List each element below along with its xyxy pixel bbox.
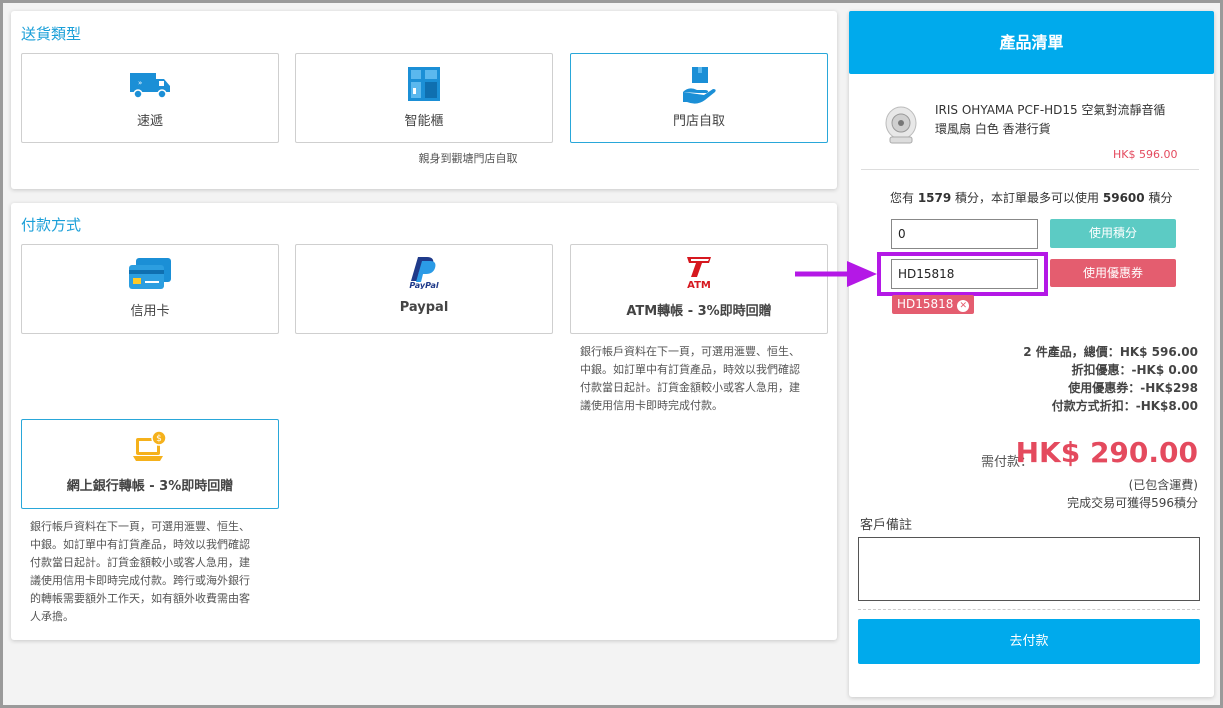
points-max: 59600 xyxy=(1102,191,1145,205)
summary-coupon: 使用優惠券：-HK$298 xyxy=(1068,381,1198,395)
svg-text:»: » xyxy=(138,79,142,87)
bank-note-line: 銀行帳戶資料在下一頁，可選用滙豐、恒生、 xyxy=(30,520,250,533)
payment-option-credit-card[interactable]: 信用卡 xyxy=(21,244,279,334)
smart-locker-icon xyxy=(407,66,441,106)
delivery-option-label: 智能櫃 xyxy=(404,114,444,129)
delivery-note: 親身到觀塘門店自取 xyxy=(418,152,518,165)
earn-points-note: 完成交易可獲得596積分 xyxy=(1067,496,1198,510)
divider xyxy=(861,169,1199,170)
product-price: HK$ 596.00 xyxy=(1113,148,1178,161)
summary-items-prefix: 2 件產品，總價： xyxy=(1023,345,1120,359)
payment-option-paypal[interactable]: PayPal Paypal xyxy=(295,244,553,334)
use-points-button[interactable]: 使用積分 xyxy=(1050,219,1176,248)
delivery-option-store-pickup[interactable]: 門店自取 xyxy=(570,53,828,143)
remarks-textarea[interactable] xyxy=(858,537,1200,601)
payment-option-label: Paypal xyxy=(399,300,449,315)
payment-title: 付款方式 xyxy=(21,216,82,234)
store-pickup-icon xyxy=(681,66,717,108)
points-prefix: 您有 xyxy=(890,191,918,205)
summary-items-total: HK$ 596.00 xyxy=(1119,345,1198,359)
atm-logo-text: ATM xyxy=(687,280,711,291)
cart-title: 產品清單 xyxy=(849,11,1214,74)
summary-items: 2 件產品，總價：HK$ 596.00 xyxy=(1023,343,1198,360)
points-suffix: 積分 xyxy=(1144,191,1173,205)
coupon-tag-label: HD15818 xyxy=(897,297,954,311)
bank-note-line: 中銀。如訂單中有訂貨產品，時效以我們確認 xyxy=(30,538,250,551)
atm-note-line: 中銀。如訂單中有訂貨產品，時效以我們確認 xyxy=(580,363,800,376)
delivery-option-label: 門店自取 xyxy=(672,114,725,129)
coupon-tag[interactable]: HD15818 ✕ xyxy=(892,295,975,314)
delivery-option-label: 速遞 xyxy=(136,114,163,129)
atm-note-line: 議使用信用卡即時完成付款。 xyxy=(580,399,723,412)
payment-option-label: 網上銀行轉帳 - 3%即時回贈 xyxy=(66,479,234,494)
bank-note-line: 人承擔。 xyxy=(30,610,74,623)
annotation-arrow xyxy=(793,259,879,293)
summary-discount: 折扣優惠：-HK$ 0.00 xyxy=(1071,363,1198,377)
paypal-logo-text: PayPal xyxy=(409,281,438,289)
payment-option-online-banking[interactable]: $ 網上銀行轉帳 - 3%即時回贈 xyxy=(21,419,279,509)
amount-due: HK$ 290.00 xyxy=(1015,436,1198,469)
product-name: IRIS OHYAMA PCF-HD15 空氣對流靜音循 環風扇 白色 香港行貨 xyxy=(935,101,1166,139)
delivery-option-courier[interactable]: » 速遞 xyxy=(21,53,279,143)
delivery-title: 送貨類型 xyxy=(21,25,82,43)
product-name-line: 環風扇 白色 香港行貨 xyxy=(935,122,1051,136)
bank-note-line: 的轉帳需要額外工作天，如有額外收費需由客 xyxy=(30,592,250,605)
summary-payment-discount: 付款方式折扣：-HK$8.00 xyxy=(1051,399,1198,413)
coupon-input[interactable]: HD15818 xyxy=(891,259,1038,289)
payment-option-label: 信用卡 xyxy=(130,304,170,319)
points-have: 1579 xyxy=(917,191,952,205)
bank-note-line: 議使用信用卡即時完成付款。跨行或海外銀行 xyxy=(30,574,250,587)
points-middle: 積分，本訂單最多可以使用 xyxy=(951,191,1103,205)
delivery-truck-icon: » xyxy=(129,70,171,104)
atm-note-line: 付款當日起計。訂貨金額較小或客人急用，建 xyxy=(580,381,800,394)
atm-icon: ATM xyxy=(682,255,716,295)
product-name-line: IRIS OHYAMA PCF-HD15 空氣對流靜音循 xyxy=(935,103,1166,117)
delivery-option-smart-locker[interactable]: 智能櫃 xyxy=(295,53,553,143)
checkout-button[interactable]: 去付款 xyxy=(858,619,1200,664)
online-banking-note: 銀行帳戶資料在下一頁，可選用滙豐、恒生、 中銀。如訂單中有訂貨產品，時效以我們確… xyxy=(30,518,280,626)
atm-note: 銀行帳戶資料在下一頁，可選用滙豐、恒生、 中銀。如訂單中有訂貨產品，時效以我們確… xyxy=(580,343,830,415)
paypal-logo-icon: PayPal xyxy=(404,255,444,293)
svg-text:$: $ xyxy=(156,434,162,444)
use-coupon-button[interactable]: 使用優惠券 xyxy=(1050,259,1176,287)
credit-card-icon xyxy=(128,257,172,295)
online-banking-icon: $ xyxy=(132,430,168,470)
divider xyxy=(858,609,1200,610)
payment-option-atm[interactable]: ATM ATM轉帳 - 3%即時回贈 xyxy=(570,244,828,334)
points-info: 您有 1579 積分，本訂單最多可以使用 59600 積分 xyxy=(890,189,1172,206)
remarks-label: 客戶備註 xyxy=(860,518,913,533)
bank-note-line: 付款當日起計。訂貨金額較小或客人急用，建 xyxy=(30,556,250,569)
shipping-note: (已包含運費) xyxy=(1128,478,1198,492)
product-thumbnail xyxy=(876,103,926,151)
payment-option-label: ATM轉帳 - 3%即時回贈 xyxy=(626,304,772,319)
points-input[interactable]: 0 xyxy=(891,219,1038,249)
remove-coupon-icon[interactable]: ✕ xyxy=(957,300,970,312)
atm-note-line: 銀行帳戶資料在下一頁，可選用滙豐、恒生、 xyxy=(580,345,800,358)
